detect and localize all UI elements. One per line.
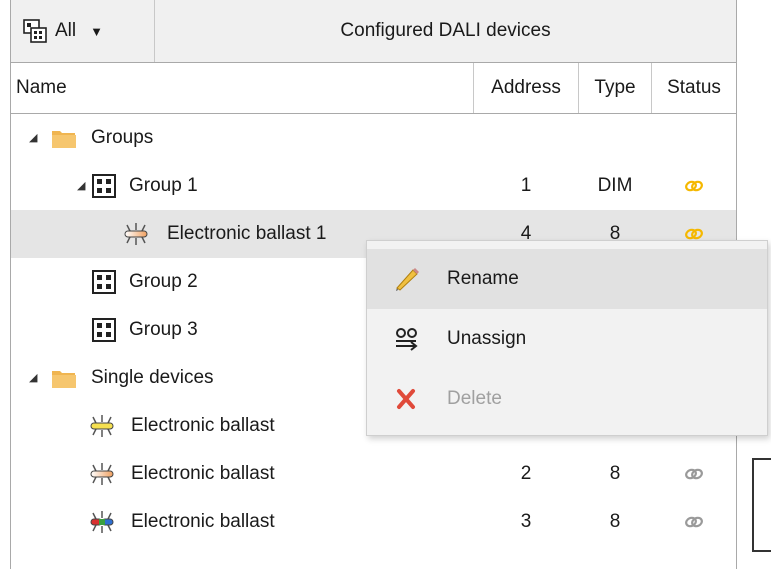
tree-row[interactable]: ◢ Group 1 1 DIM [11,162,736,210]
type-cell [579,114,651,162]
unlinked-status-icon [684,464,704,484]
tree-row-label: Groups [91,127,154,148]
unlinked-status-icon [684,512,704,532]
menu-item-delete: Delete [367,369,767,429]
ballast-orange-icon [123,222,149,246]
context-menu: Rename Unassign Delete [366,240,768,436]
unassign-icon [396,328,418,351]
ballast-rgb-icon [89,510,115,534]
expand-toggle-icon[interactable]: ◢ [77,162,85,210]
ballast-yellow-icon [89,414,115,438]
tree-row-label: Single devices [91,367,214,388]
expand-toggle-icon[interactable]: ◢ [29,354,37,402]
address-cell [474,114,578,162]
tree-row-label: Electronic ballast [131,415,275,436]
delete-x-icon [397,389,415,409]
menu-item-unassign[interactable]: Unassign [367,309,767,369]
type-cell: 8 [609,463,621,484]
menu-item-label: Unassign [447,328,527,349]
device-filter-icon [23,19,47,43]
column-header: Name Address Type Status [11,63,736,114]
folder-icon [51,366,77,390]
background-window-edge [752,458,771,552]
column-header-name[interactable]: Name [16,63,67,113]
filter-dropdown[interactable]: All ▼ [15,9,155,53]
menu-item-label: Rename [447,268,519,289]
tree-row[interactable]: Electronic ballast 3 8 [11,498,736,546]
panel-title: Configured DALI devices [340,20,551,41]
pencil-icon [396,268,419,291]
toolbar: All ▼ Configured DALI devices [11,0,736,63]
group-icon [91,174,117,198]
menu-item-rename[interactable]: Rename [367,249,767,309]
folder-icon [51,126,77,150]
tree-row-label: Electronic ballast [131,511,275,532]
tree-row[interactable]: ◢ Groups [11,114,736,162]
ballast-orange-icon [89,462,115,486]
type-cell: DIM [597,175,633,196]
expand-toggle-icon[interactable]: ◢ [29,114,37,162]
link-status-icon [684,176,704,196]
tree-row-label: Group 3 [129,319,198,340]
tree-row-label: Electronic ballast [131,463,275,484]
address-cell: 1 [520,175,532,196]
group-icon [91,318,117,342]
tree-row[interactable]: Electronic ballast 2 8 [11,450,736,498]
address-cell: 2 [520,463,532,484]
filter-label: All [55,20,77,41]
tree-row-label: Group 2 [129,271,198,292]
address-cell: 3 [520,511,532,532]
chevron-down-icon: ▼ [90,23,103,39]
group-icon [91,270,117,294]
menu-item-label: Delete [447,388,502,409]
column-header-type[interactable]: Type [579,63,651,113]
column-header-address[interactable]: Address [474,63,578,113]
tree-row-label: Electronic ballast 1 [167,223,327,244]
type-cell: 8 [609,511,621,532]
column-header-status[interactable]: Status [652,63,736,113]
tree-row-label: Group 1 [129,175,198,196]
